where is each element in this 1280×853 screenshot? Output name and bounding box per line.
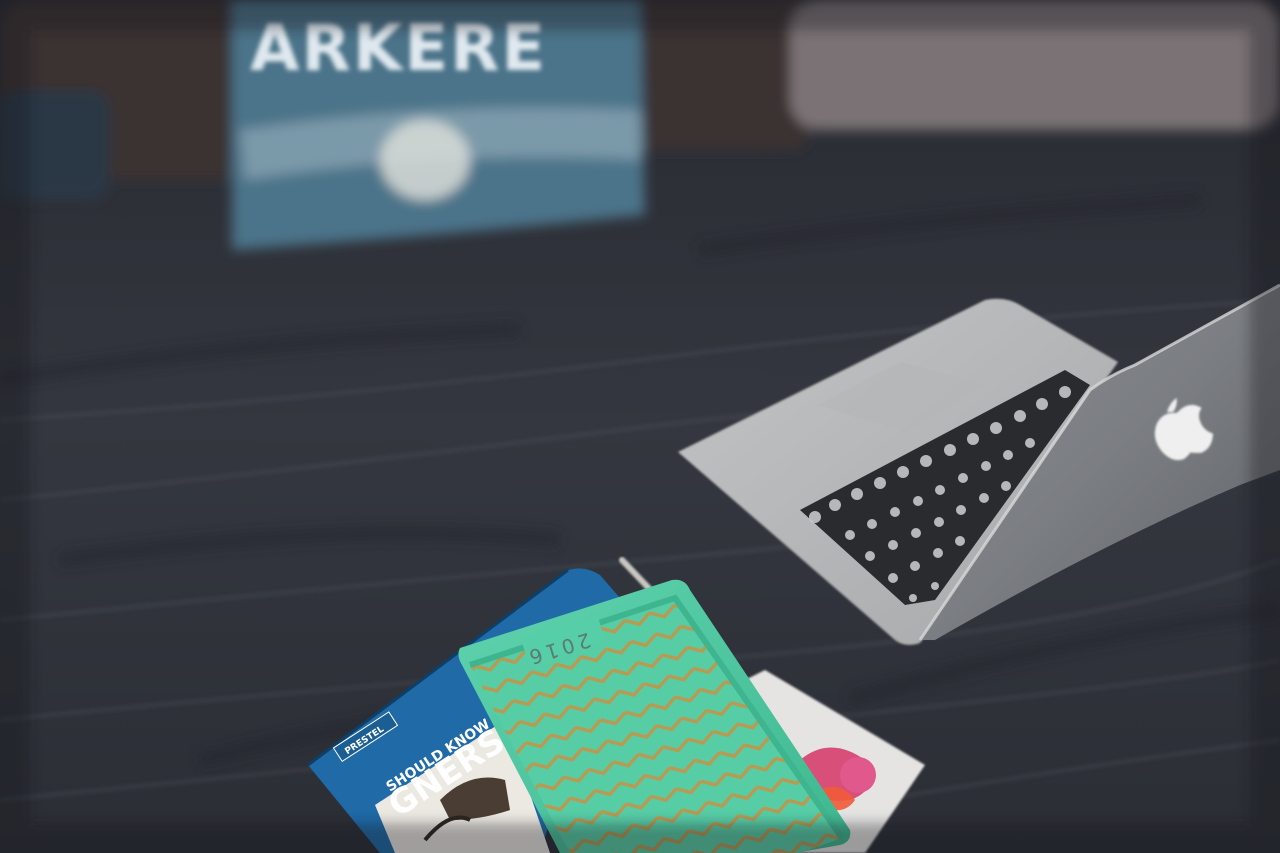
scene-canvas: ARKERE PRESTEL SHOULD KNOW GNERS 2016: [0, 0, 1280, 853]
bedroom-scene: ARKERE PRESTEL SHOULD KNOW GNERS 2016: [0, 0, 1280, 853]
